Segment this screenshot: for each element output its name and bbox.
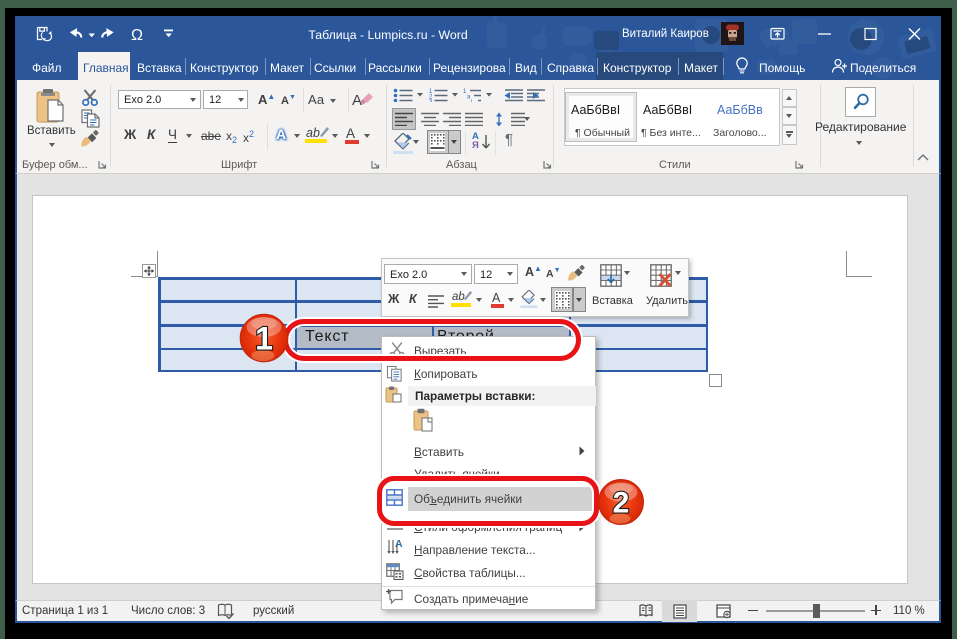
svg-text:Ω: Ω	[131, 27, 143, 43]
svg-text:3: 3	[429, 100, 433, 103]
svg-text:А: А	[352, 92, 362, 109]
svg-text:i: i	[471, 100, 472, 103]
svg-text:1: 1	[255, 321, 273, 357]
svg-text:А: А	[395, 538, 403, 550]
svg-text:2: 2	[613, 487, 630, 520]
